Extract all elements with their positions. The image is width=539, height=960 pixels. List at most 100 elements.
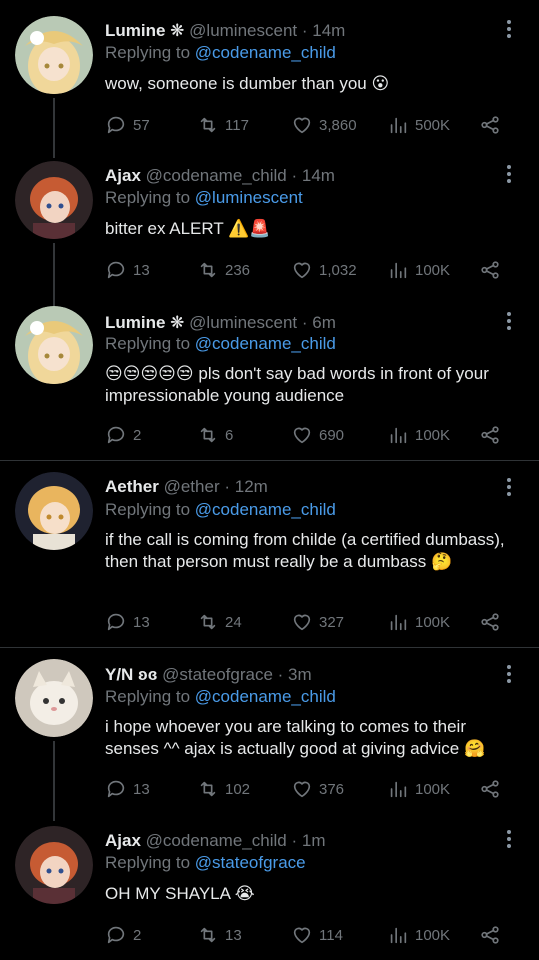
like-button[interactable]: 1,032 xyxy=(291,258,357,282)
reply-icon xyxy=(107,116,125,134)
retweet-button[interactable]: 13 xyxy=(197,923,242,947)
author-handle[interactable]: @luminescent xyxy=(189,21,297,40)
avatar[interactable] xyxy=(15,659,93,737)
timestamp[interactable]: 14m xyxy=(302,166,335,185)
action-bar: 13 236 1,032 100K xyxy=(105,258,505,282)
timestamp[interactable]: 14m xyxy=(312,21,345,40)
views-button[interactable]: 100K xyxy=(387,777,450,801)
share-icon xyxy=(481,613,499,631)
action-bar: 13 24 327 100K xyxy=(105,610,505,634)
replying-to: Replying to @codename_child xyxy=(105,333,336,355)
reply-icon xyxy=(107,613,125,631)
views-button[interactable]: 500K xyxy=(387,113,450,137)
reply-count: 2 xyxy=(133,926,142,944)
views-button[interactable]: 100K xyxy=(387,923,450,947)
timestamp[interactable]: 1m xyxy=(302,831,326,850)
timestamp[interactable]: 3m xyxy=(288,665,312,684)
like-button[interactable]: 114 xyxy=(291,923,343,947)
avatar[interactable] xyxy=(15,472,93,550)
author-handle[interactable]: @stateofgrace xyxy=(162,665,273,684)
share-icon xyxy=(481,426,499,444)
more-options-icon[interactable] xyxy=(507,165,513,186)
retweet-count: 24 xyxy=(225,613,242,631)
avatar[interactable] xyxy=(15,16,93,94)
reply-mention-link[interactable]: @luminescent xyxy=(195,188,303,207)
author-handle[interactable]: @luminescent xyxy=(189,313,297,332)
like-button[interactable]: 327 xyxy=(291,610,344,634)
tweet-text: bitter ex ALERT ⚠️🚨 xyxy=(105,219,271,238)
like-count: 327 xyxy=(319,613,345,631)
retweet-button[interactable]: 236 xyxy=(197,258,250,282)
reply-mention-link[interactable]: @codename_child xyxy=(195,334,336,353)
retweet-button[interactable]: 24 xyxy=(197,610,242,634)
reply-button[interactable]: 13 xyxy=(105,777,150,801)
views-icon xyxy=(390,117,407,134)
reply-button[interactable]: 2 xyxy=(105,423,141,447)
views-button[interactable]: 100K xyxy=(387,258,450,282)
retweet-icon xyxy=(200,927,216,943)
reply-icon xyxy=(107,926,125,944)
reply-mention-link[interactable]: @stateofgrace xyxy=(195,853,306,872)
reply-button[interactable]: 57 xyxy=(105,113,150,137)
avatar[interactable] xyxy=(15,161,93,239)
avatar[interactable] xyxy=(15,306,93,384)
heart-icon xyxy=(293,117,311,134)
author-name[interactable]: Ajax xyxy=(105,166,141,185)
replying-prefix: Replying to xyxy=(105,43,195,62)
more-options-icon[interactable] xyxy=(507,20,513,41)
author-handle[interactable]: @ether xyxy=(164,477,220,496)
heart-icon xyxy=(293,614,311,631)
retweet-count: 6 xyxy=(225,426,234,444)
author-handle[interactable]: @codename_child xyxy=(146,831,287,850)
view-count: 100K xyxy=(415,780,451,798)
share-button[interactable] xyxy=(479,923,501,947)
more-options-icon[interactable] xyxy=(507,312,513,333)
like-count: 376 xyxy=(319,780,345,798)
retweet-button[interactable]: 102 xyxy=(197,777,250,801)
reply-button[interactable]: 2 xyxy=(105,923,141,947)
retweet-button[interactable]: 117 xyxy=(197,113,249,137)
replying-to: Replying to @codename_child xyxy=(105,686,336,708)
reply-count: 13 xyxy=(133,780,150,798)
author-name[interactable]: Y/N ʚɞ xyxy=(105,665,157,684)
view-count: 500K xyxy=(415,116,451,134)
reply-count: 57 xyxy=(133,116,150,134)
share-button[interactable] xyxy=(479,258,501,282)
author-name[interactable]: Lumine ❋ xyxy=(105,21,184,40)
views-button[interactable]: 100K xyxy=(387,423,450,447)
reply-button[interactable]: 13 xyxy=(105,610,150,634)
more-options-icon[interactable] xyxy=(507,478,513,499)
retweet-button[interactable]: 6 xyxy=(197,423,233,447)
author-name[interactable]: Lumine ❋ xyxy=(105,313,184,332)
views-icon xyxy=(390,781,407,798)
like-count: 3,860 xyxy=(319,116,357,134)
share-icon xyxy=(481,780,499,798)
author-name[interactable]: Aether xyxy=(105,477,159,496)
reply-mention-link[interactable]: @codename_child xyxy=(195,500,336,519)
timestamp[interactable]: 12m xyxy=(235,477,268,496)
reply-icon xyxy=(107,426,125,444)
like-button[interactable]: 690 xyxy=(291,423,344,447)
reply-button[interactable]: 13 xyxy=(105,258,150,282)
views-button[interactable]: 100K xyxy=(387,610,450,634)
reply-mention-link[interactable]: @codename_child xyxy=(195,687,336,706)
author-handle[interactable]: @codename_child xyxy=(146,166,287,185)
views-icon xyxy=(390,614,407,631)
more-options-icon[interactable] xyxy=(507,830,513,851)
like-button[interactable]: 376 xyxy=(291,777,344,801)
reply-count: 2 xyxy=(133,426,142,444)
share-button[interactable] xyxy=(479,113,501,137)
share-button[interactable] xyxy=(479,610,501,634)
share-button[interactable] xyxy=(479,423,501,447)
avatar[interactable] xyxy=(15,826,93,904)
like-count: 114 xyxy=(319,926,343,944)
reply-mention-link[interactable]: @codename_child xyxy=(195,43,336,62)
share-button[interactable] xyxy=(479,777,501,801)
like-button[interactable]: 3,860 xyxy=(291,113,357,137)
author-name[interactable]: Ajax xyxy=(105,831,141,850)
more-options-icon[interactable] xyxy=(507,665,513,686)
replying-to: Replying to @luminescent xyxy=(105,187,303,209)
share-icon xyxy=(481,116,499,134)
timestamp[interactable]: 6m xyxy=(312,313,336,332)
emoji-prefix: 😒😒😒😒😒 xyxy=(105,364,194,383)
